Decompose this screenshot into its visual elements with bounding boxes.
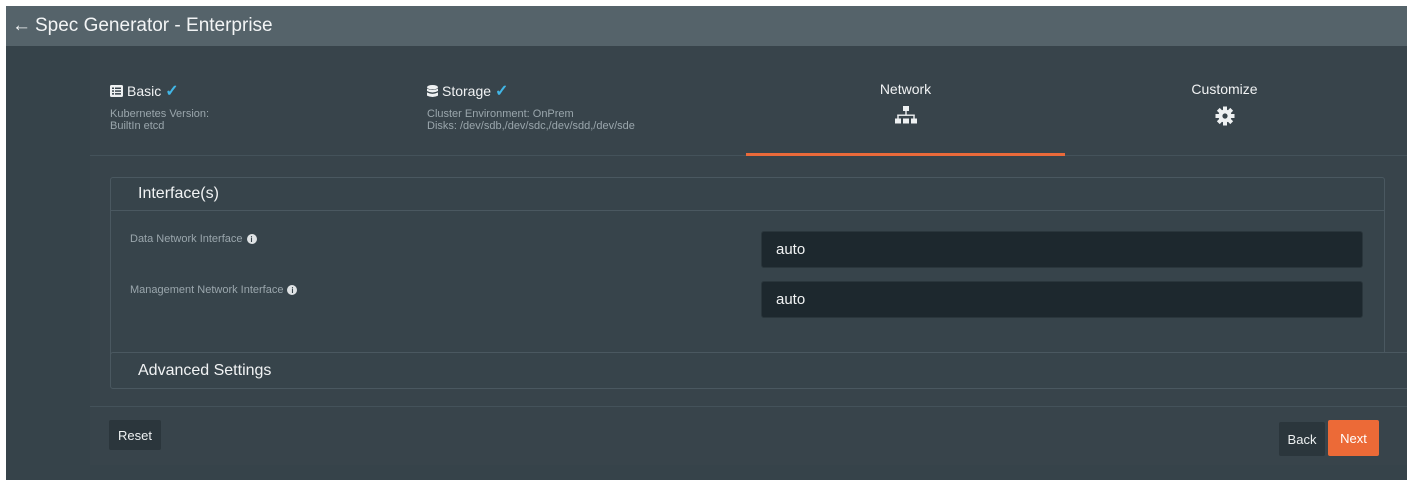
wizard-steps: Basic ✓ Kubernetes Version: BuiltIn etcd… <box>90 46 1407 156</box>
checkmark-icon: ✓ <box>495 83 509 100</box>
input-value: auto <box>776 291 806 308</box>
step-customize[interactable]: Customize <box>1065 46 1384 156</box>
database-icon <box>427 84 438 97</box>
step-detail: Cluster Environment: OnPrem <box>427 108 574 120</box>
back-button[interactable]: Back <box>1279 422 1325 456</box>
reset-button[interactable]: Reset <box>109 420 161 450</box>
management-network-interface-input[interactable]: auto <box>761 281 1363 318</box>
advanced-settings-panel[interactable]: Advanced Settings <box>110 352 1407 389</box>
step-storage[interactable]: Storage ✓ Cluster Environment: OnPrem Di… <box>427 46 747 156</box>
field-label-text: Data Network Interface <box>130 233 243 245</box>
step-detail: BuiltIn etcd <box>110 120 165 132</box>
list-icon <box>110 85 123 97</box>
input-value: auto <box>776 241 806 258</box>
step-network[interactable]: Network <box>746 46 1065 156</box>
data-network-interface-input[interactable]: auto <box>761 231 1363 268</box>
interfaces-header[interactable]: Interface(s) <box>111 178 1384 211</box>
step-basic[interactable]: Basic ✓ Kubernetes Version: BuiltIn etcd <box>110 46 410 156</box>
management-network-label: Management Network Interface i <box>130 284 298 296</box>
checkmark-icon: ✓ <box>165 83 179 100</box>
field-label-text: Management Network Interface <box>130 284 284 296</box>
back-arrow-icon[interactable]: ← <box>12 15 31 37</box>
step-label: Customize <box>1191 81 1258 97</box>
network-icon <box>894 106 917 124</box>
wizard: Basic ✓ Kubernetes Version: BuiltIn etcd… <box>90 46 1407 465</box>
step-label: Network <box>879 81 932 97</box>
window-title: Spec Generator - Enterprise <box>35 15 273 36</box>
step-label: Basic <box>127 83 162 99</box>
data-network-label: Data Network Interface i <box>130 233 257 245</box>
info-icon[interactable]: i <box>246 234 257 244</box>
next-button[interactable]: Next <box>1328 420 1379 456</box>
title-bar: ← Spec Generator - Enterprise <box>6 6 1407 46</box>
advanced-settings-title: Advanced Settings <box>138 361 272 379</box>
step-detail: Disks: /dev/sdb,/dev/sdc,/dev/sdd,/dev/s… <box>427 120 635 132</box>
app-window: ← Spec Generator - Enterprise Basic ✓ Ku… <box>6 6 1407 480</box>
active-step-indicator <box>746 153 1065 156</box>
info-icon[interactable]: i <box>287 285 298 295</box>
step-label: Storage <box>442 83 492 99</box>
footer-divider <box>90 406 1407 407</box>
step-detail: Kubernetes Version: <box>110 108 210 120</box>
gear-icon <box>1215 106 1234 126</box>
